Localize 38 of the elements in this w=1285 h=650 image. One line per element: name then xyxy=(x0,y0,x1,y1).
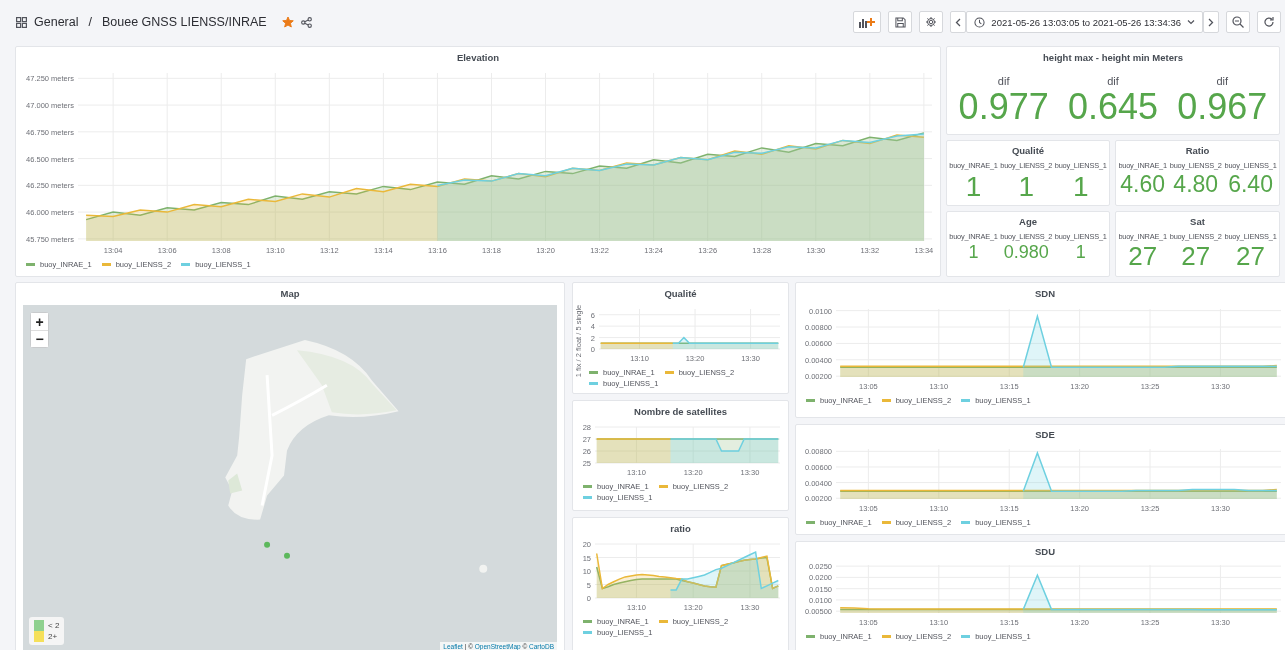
legend-label: < 2 xyxy=(48,621,60,630)
breadcrumb-separator: / xyxy=(88,15,92,29)
folder-link[interactable]: General xyxy=(34,15,79,29)
stat-value: 6.40 xyxy=(1228,172,1273,197)
stat-value: 27 xyxy=(1236,243,1266,271)
panel-title: SDE xyxy=(1034,428,1056,442)
stat-value: 1 xyxy=(968,243,979,262)
stat-value: 4.80 xyxy=(1173,172,1219,197)
stat-value: 27 xyxy=(1181,243,1211,271)
stat-value: 0.645 xyxy=(1067,87,1159,127)
stat-value: 0.980 xyxy=(1003,243,1049,262)
panel-title: Elevation xyxy=(455,51,501,65)
zoom-out-button[interactable]: − xyxy=(31,330,48,347)
stat-label: dif xyxy=(1107,75,1119,87)
stat-value: 1 xyxy=(965,172,982,202)
panel-title: Qualité xyxy=(1010,144,1046,158)
stat-value: 0.977 xyxy=(958,87,1049,127)
stat-label: dif xyxy=(997,75,1010,87)
time-range-picker[interactable]: 2021-05-26 13:03:05 to 2021-05-26 13:34:36 xyxy=(966,11,1203,33)
panel-title: Nombre de satellites xyxy=(633,405,728,419)
panel-title: ratio xyxy=(669,522,692,536)
panel-title: Age xyxy=(1018,215,1038,229)
dashboard-title[interactable]: Bouee GNSS LIENSS/INRAE xyxy=(101,15,267,29)
stat-value: 1 xyxy=(1075,243,1086,262)
legend-label: 2+ xyxy=(48,632,58,641)
stat-value: 0.967 xyxy=(1177,87,1268,127)
panel-title: SDU xyxy=(1033,545,1057,559)
panel-title: SDN xyxy=(1033,287,1057,301)
panel-title: Ratio xyxy=(1184,144,1211,158)
stat-value: 4.60 xyxy=(1120,172,1166,197)
panel-title: Sat xyxy=(1189,215,1206,229)
panel-title: height max - height min Meters xyxy=(1042,51,1184,65)
panel-title: Map xyxy=(279,287,301,301)
panel-title: Qualité xyxy=(663,287,698,301)
stat-value: 1 xyxy=(1018,172,1035,202)
stat-value: 27 xyxy=(1128,243,1158,271)
stat-value: 1 xyxy=(1072,172,1089,202)
stat-label: dif xyxy=(1216,75,1229,87)
